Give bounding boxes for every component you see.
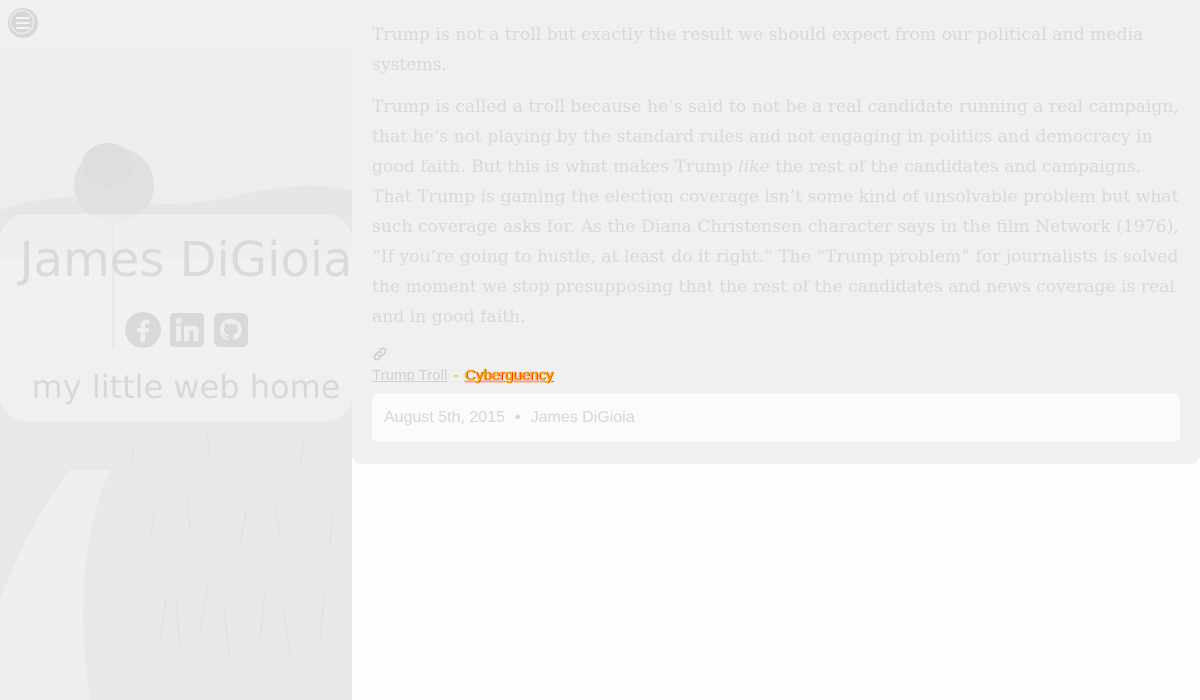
page: James DiGioia my little web home Trump i… (0, 0, 1200, 700)
post-card: Trump is not a troll but exactly the res… (352, 0, 1200, 464)
post-author[interactable]: James DiGioia (531, 409, 635, 426)
linkedin-link[interactable] (168, 311, 206, 349)
github-icon (214, 313, 248, 347)
post-meta: August 5th, 2015 • James DiGioia (372, 394, 1180, 442)
post-paragraph: Trump is called a troll because he’s sai… (372, 92, 1180, 332)
tag-link[interactable]: Trump Troll (372, 367, 447, 384)
post-paragraph-text: the rest of the candidates and campaigns… (372, 157, 1179, 327)
tag-separator: - (449, 367, 463, 384)
post-paragraph: Trump is not a troll but exactly the res… (372, 25, 1144, 75)
github-link[interactable] (212, 311, 250, 349)
hero-panel: James DiGioia my little web home (0, 0, 352, 700)
post-date: August 5th, 2015 (384, 409, 505, 426)
linkedin-icon (170, 313, 204, 347)
facebook-icon (125, 312, 161, 348)
social-links (124, 311, 250, 349)
menu-button[interactable] (8, 8, 38, 38)
facebook-link[interactable] (124, 311, 162, 349)
hamburger-menu-icon (16, 17, 30, 19)
tag-link[interactable]: Cyberguency (465, 367, 553, 384)
post-body: Trump is not a troll but exactly the res… (372, 20, 1180, 332)
meta-separator: • (514, 409, 521, 426)
link-icon[interactable] (372, 346, 388, 362)
site-tagline: my little web home (31, 368, 341, 406)
post-tags: Trump Troll - Cyberguency (372, 366, 1180, 386)
hamburger-menu-icon-bar (16, 22, 30, 24)
hamburger-menu-icon-bar (16, 27, 30, 29)
site-title[interactable]: James DiGioia (0, 232, 352, 288)
post-emphasis: like (738, 157, 770, 177)
